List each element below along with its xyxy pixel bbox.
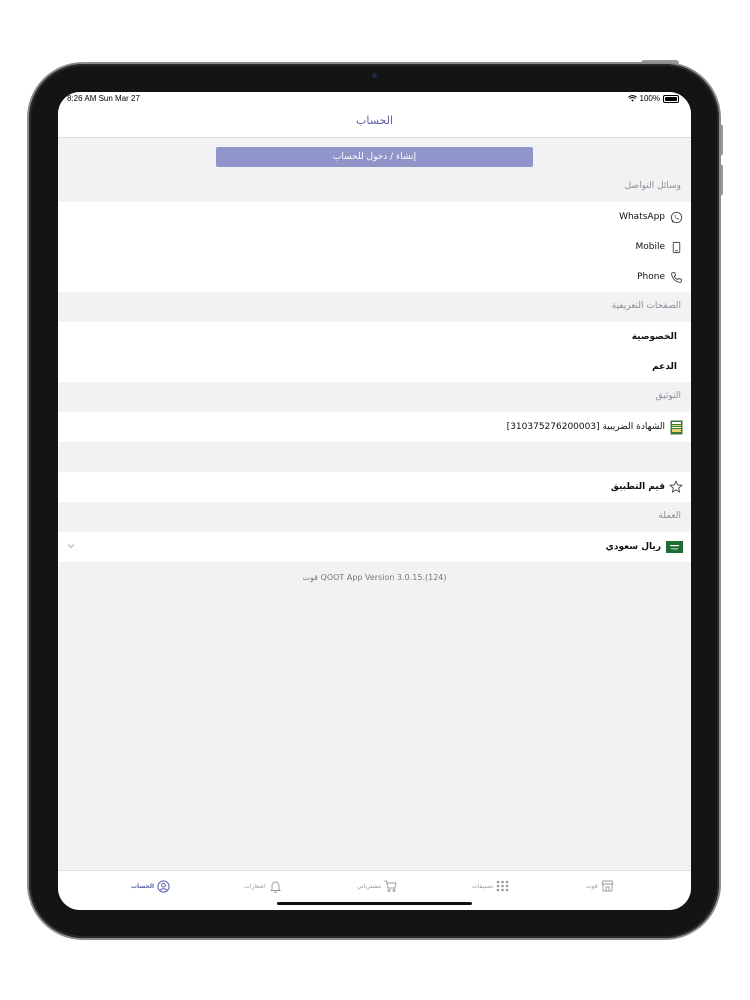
tab-label: تصنيفات [472, 882, 494, 890]
section-header-contact: وسائل التواصل [58, 172, 691, 202]
tab-label: قوت [586, 882, 598, 890]
section-title: التوثيق [655, 391, 681, 401]
contact-whatsapp-row[interactable]: WhatsApp [58, 202, 691, 232]
tax-certificate-icon [669, 420, 683, 434]
tab-label: اشعارات [244, 883, 266, 890]
section-header-currency: العملة [58, 502, 691, 532]
screen: 8:26 AM Sun Mar 27 100% الحساب إنشاء / د… [58, 92, 691, 910]
volume-down-button [719, 164, 723, 196]
bell-icon [269, 881, 281, 893]
row-label: Mobile [635, 242, 665, 252]
section-header-verification: التوثيق [58, 382, 691, 412]
row-label: قيم التطبيق [610, 482, 665, 492]
section-header-pages: الصفحات التعريفية [58, 292, 691, 322]
tax-certificate-row[interactable]: الشهادة الضريبية [310375276200003] [58, 412, 691, 442]
status-bar: 8:26 AM Sun Mar 27 100% [58, 92, 691, 106]
privacy-row[interactable]: الخصوصية [58, 322, 691, 352]
row-label: ريال سعودي [605, 542, 661, 552]
status-time: 8:26 AM Sun Mar 27 [67, 94, 140, 103]
contact-phone-row[interactable]: Phone [58, 262, 691, 292]
phone-icon [669, 270, 683, 284]
front-camera [370, 73, 380, 78]
row-label: الخصوصية [631, 332, 677, 342]
navigation-bar: الحساب [58, 106, 691, 138]
mobile-icon [669, 240, 683, 254]
section-title: العملة [658, 511, 681, 521]
section-title: وسائل التواصل [624, 181, 681, 191]
rate-app-row[interactable]: قيم التطبيق [58, 472, 691, 502]
saudi-flag-icon [665, 540, 683, 554]
tab-notifications[interactable]: اشعارات [244, 880, 282, 893]
tab-categories[interactable]: تصنيفات [472, 880, 509, 892]
currency-row[interactable]: ريال سعودي [58, 532, 691, 562]
volume-up-button [719, 124, 723, 156]
store-icon [601, 880, 614, 892]
row-label: WhatsApp [619, 212, 665, 222]
battery-icon [663, 94, 679, 103]
home-indicator[interactable] [277, 902, 472, 905]
tab-label: مشترياتي [357, 882, 381, 890]
row-label: Phone [637, 272, 665, 282]
support-row[interactable]: الدعم [58, 352, 691, 382]
login-register-button[interactable]: إنشاء / دخول للحساب [216, 147, 533, 167]
star-icon [669, 480, 683, 494]
grid-icon [496, 880, 509, 892]
page-title: الحساب [355, 114, 394, 127]
app-version-text: قوت QOOT App Version 3.0.15.(124) [302, 573, 447, 582]
battery-percent: 100% [639, 94, 660, 103]
account-icon [157, 880, 170, 893]
wifi-icon [627, 95, 637, 102]
status-indicators: 100% [627, 94, 679, 103]
section-title: الصفحات التعريفية [611, 301, 681, 311]
tab-purchases[interactable]: مشترياتي [357, 880, 397, 892]
cart-icon [384, 880, 397, 892]
tab-qoot[interactable]: قوت [586, 880, 614, 892]
whatsapp-icon [669, 210, 683, 224]
row-label: الشهادة الضريبية [310375276200003] [506, 422, 665, 432]
tab-account[interactable]: الحساب [131, 880, 170, 893]
contact-mobile-row[interactable]: Mobile [58, 232, 691, 262]
chevron-down-icon [67, 544, 75, 549]
tab-label: الحساب [131, 883, 155, 890]
row-label: الدعم [652, 362, 677, 372]
